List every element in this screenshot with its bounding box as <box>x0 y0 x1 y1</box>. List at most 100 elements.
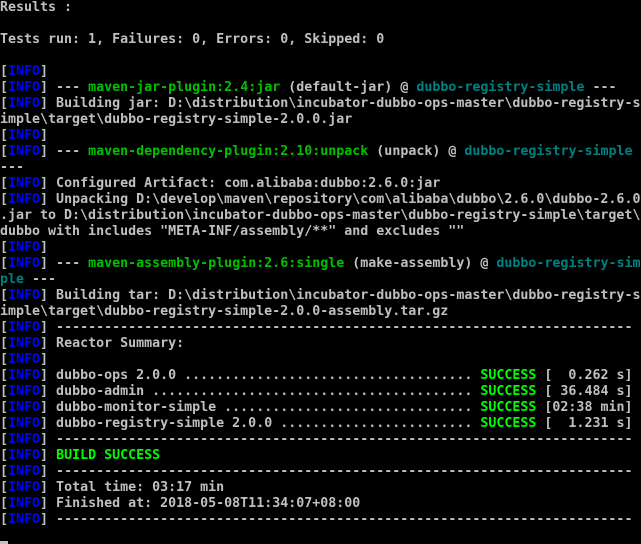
status-badge: BUILD SUCCESS <box>56 448 161 463</box>
log-text: ] Building jar: D:\distribution\incubato… <box>40 96 641 111</box>
goal-label: (make-assembly) @ <box>344 256 497 271</box>
info-tag: INFO <box>8 192 41 207</box>
goal-label: (unpack) @ <box>368 144 465 159</box>
tests-summary: Tests run: 1, Failures: 0, Errors: 0, Sk… <box>0 32 385 47</box>
plugin-id: maven-dependency-plugin:2.10:unpack <box>88 144 369 159</box>
log-text: ] Unpacking D:\develop\maven\repository\… <box>40 192 641 207</box>
bracket-open: [ <box>0 400 9 415</box>
log-text: ] dubbo-admin ..........................… <box>40 384 481 399</box>
log-line: [INFO] <box>0 240 641 256</box>
log-text: ] dubbo-monitor-simple .................… <box>40 400 481 415</box>
info-tag: INFO <box>8 464 41 479</box>
log-line: [INFO] <box>0 64 641 80</box>
log-text: ] --------------------------------------… <box>40 432 633 447</box>
log-line: [INFO] ---------------------------------… <box>0 464 641 480</box>
results-label: Results : <box>0 0 73 15</box>
separator: ] --- <box>40 256 89 271</box>
log-line: [INFO] dubbo-monitor-simple ............… <box>0 400 641 416</box>
log-text: ] dubbo-registry-simple 2.0.0 ..........… <box>40 416 481 431</box>
info-tag: INFO <box>8 432 41 447</box>
artifact-id: dubbo-registry-simple <box>464 144 633 159</box>
log-text: dubbo with includes "META-INF/assembly/*… <box>0 224 465 239</box>
log-text: imple\target\dubbo-registry-simple-2.0.0… <box>0 112 353 127</box>
log-text: ] <box>40 448 57 463</box>
log-line: dubbo with includes "META-INF/assembly/*… <box>0 224 641 240</box>
log-line: [INFO] Total time: 03:17 min <box>0 480 641 496</box>
log-line: [INFO] --- maven-assembly-plugin:2.6:sin… <box>0 256 641 272</box>
bracket-open: [ <box>0 96 9 111</box>
info-tag: INFO <box>8 176 41 191</box>
info-tag: INFO <box>8 480 41 495</box>
duration: [02:38 min] <box>536 400 633 415</box>
log-line: [INFO] Unpacking D:\develop\maven\reposi… <box>0 192 641 208</box>
duration: [ 1.231 s] <box>536 416 633 431</box>
bracket-open: [ <box>0 64 9 79</box>
bracket-open: [ <box>0 448 9 463</box>
log-output: [INFO] [INFO] --- maven-jar-plugin:2.4:ja… <box>0 48 641 544</box>
bracket-open: [ <box>0 128 9 143</box>
info-tag: INFO <box>8 144 41 159</box>
log-line: [INFO] --- maven-jar-plugin:2.4:jar (def… <box>0 80 641 96</box>
log-text: .jar to D:\distribution\incubator-dubbo-… <box>0 208 641 223</box>
info-tag: INFO <box>8 512 41 527</box>
info-tag: INFO <box>8 448 41 463</box>
bracket-open: [ <box>0 320 9 335</box>
console-window[interactable]: Results : Tests run: 1, Failures: 0, Err… <box>0 0 641 544</box>
info-tag: INFO <box>8 80 41 95</box>
log-line: [INFO] dubbo-registry-simple 2.0.0 .....… <box>0 416 641 432</box>
bracket-open: [ <box>0 432 9 447</box>
log-text: ] Reactor Summary: <box>40 336 185 351</box>
info-tag: INFO <box>8 496 41 511</box>
bracket-open: [ <box>0 480 9 495</box>
log-line: --- <box>0 160 641 176</box>
log-text: --- <box>24 272 57 287</box>
bracket-open: [ <box>0 80 9 95</box>
status-badge: SUCCESS <box>480 368 537 383</box>
info-tag: INFO <box>8 240 41 255</box>
log-line: [INFO] Building jar: D:\distribution\inc… <box>0 96 641 112</box>
log-text: --- <box>0 160 25 175</box>
log-line: [INFO] dubbo-ops 2.0.0 .................… <box>0 368 641 384</box>
log-text: ] <box>40 352 49 367</box>
bracket-open: [ <box>0 336 9 351</box>
bracket-open: [ <box>0 368 9 383</box>
log-line: [INFO] <box>0 128 641 144</box>
log-line: [INFO] ---------------------------------… <box>0 512 641 528</box>
log-text: ] Building tar: D:\distribution\incubato… <box>40 288 641 303</box>
log-line: [INFO] dubbo-admin .....................… <box>0 384 641 400</box>
log-line: [INFO] ---------------------------------… <box>0 320 641 336</box>
log-text: ] Configured Artifact: com.alibaba:dubbo… <box>40 176 441 191</box>
status-badge: SUCCESS <box>480 400 537 415</box>
bracket-open: [ <box>0 288 9 303</box>
log-text: ] <box>40 64 49 79</box>
info-tag: INFO <box>8 64 41 79</box>
bracket-open: [ <box>0 384 9 399</box>
bracket-open: [ <box>0 496 9 511</box>
log-line: imple\target\dubbo-registry-simple-2.0.0… <box>0 112 641 128</box>
artifact-id: dubbo-registry-sim <box>496 256 641 271</box>
log-line: [INFO] <box>0 352 641 368</box>
plugin-id: maven-jar-plugin:2.4:jar <box>88 80 281 95</box>
plugin-id: maven-assembly-plugin:2.6:single <box>88 256 345 271</box>
duration: [ 0.262 s] <box>536 368 633 383</box>
info-tag: INFO <box>8 256 41 271</box>
log-line: [INFO] Building tar: D:\distribution\inc… <box>0 288 641 304</box>
log-line: [INFO] Reactor Summary: <box>0 336 641 352</box>
info-tag: INFO <box>8 352 41 367</box>
log-line: [INFO] BUILD SUCCESS <box>0 448 641 464</box>
log-text: imple\target\dubbo-registry-simple-2.0.0… <box>0 304 449 319</box>
separator: ] --- <box>40 80 89 95</box>
separator: ] --- <box>40 144 89 159</box>
status-badge: SUCCESS <box>480 416 537 431</box>
log-line: imple\target\dubbo-registry-simple-2.0.0… <box>0 304 641 320</box>
bracket-open: [ <box>0 192 9 207</box>
bracket-open: [ <box>0 416 9 431</box>
artifact-id: dubbo-registry-simple <box>416 80 585 95</box>
bracket-open: [ <box>0 512 9 527</box>
log-text: ] <box>40 240 49 255</box>
log-text: ] Total time: 03:17 min <box>40 480 225 495</box>
log-line: [INFO] Finished at: 2018-05-08T11:34:07+… <box>0 496 641 512</box>
duration: [ 36.484 s] <box>536 384 633 399</box>
